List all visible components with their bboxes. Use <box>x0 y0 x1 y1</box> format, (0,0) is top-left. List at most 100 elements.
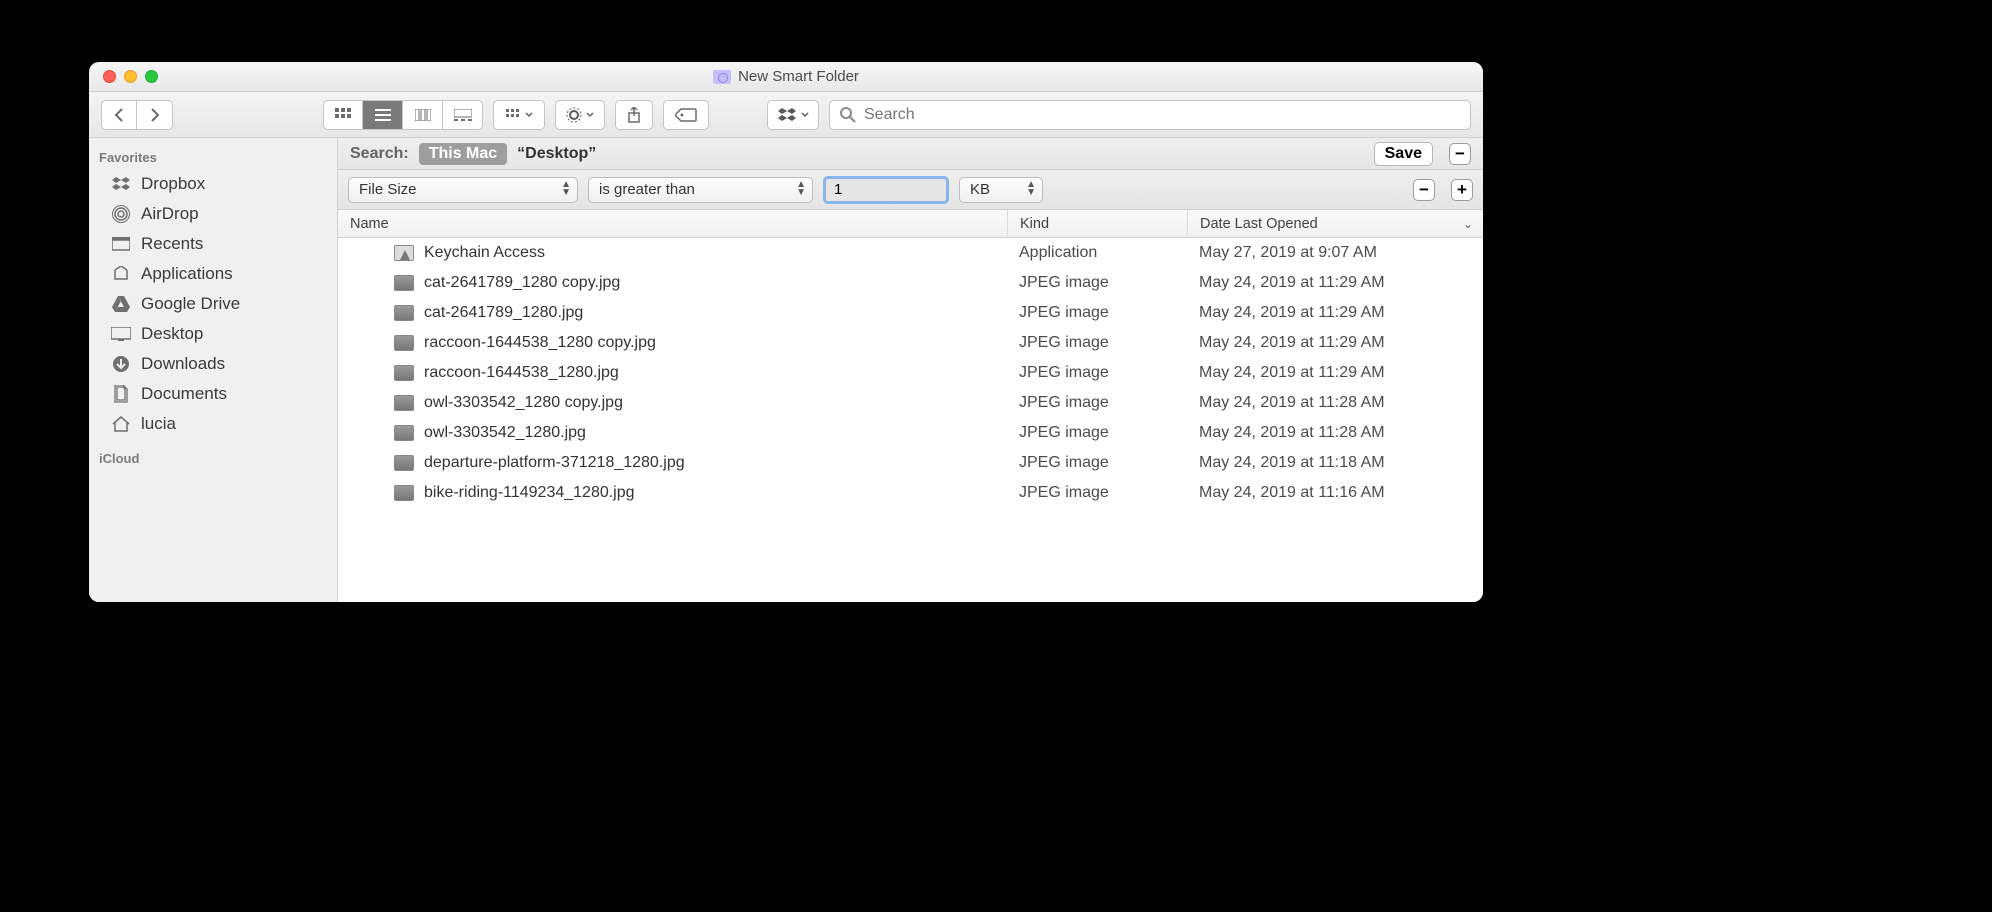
select-arrows-icon: ▲▼ <box>796 181 806 197</box>
table-row[interactable]: cat-2641789_1280.jpg JPEG image May 24, … <box>338 298 1483 328</box>
column-kind[interactable]: Kind <box>1007 210 1187 237</box>
sidebar-item-label: lucia <box>141 414 176 434</box>
sidebar-item-documents[interactable]: Documents <box>89 379 337 409</box>
action-button[interactable] <box>555 100 605 130</box>
table-row[interactable]: bike-riding-1149234_1280.jpg JPEG image … <box>338 478 1483 508</box>
grid-icon <box>335 108 351 122</box>
select-arrows-icon: ▲▼ <box>1026 181 1036 197</box>
forward-button[interactable] <box>137 100 173 130</box>
sidebar-item-home[interactable]: lucia <box>89 409 337 439</box>
back-button[interactable] <box>101 100 137 130</box>
tag-icon <box>675 108 697 122</box>
table-row[interactable]: cat-2641789_1280 copy.jpg JPEG image May… <box>338 268 1483 298</box>
search-input[interactable] <box>864 106 1460 124</box>
column-date[interactable]: Date Last Opened⌄ <box>1187 210 1483 237</box>
applications-icon <box>111 265 131 283</box>
table-row[interactable]: raccoon-1644538_1280.jpg JPEG image May … <box>338 358 1483 388</box>
column-headers: Name Kind Date Last Opened⌄ <box>338 210 1483 238</box>
remove-criteria-button[interactable]: − <box>1413 179 1435 201</box>
save-button[interactable]: Save <box>1374 142 1433 166</box>
finder-window: New Smart Folder <box>89 62 1483 602</box>
file-date: May 24, 2019 at 11:29 AM <box>1187 364 1483 382</box>
table-row[interactable]: owl-3303542_1280 copy.jpg JPEG image May… <box>338 388 1483 418</box>
scope-this-mac[interactable]: This Mac <box>419 143 507 165</box>
table-row[interactable]: Keychain Access Application May 27, 2019… <box>338 238 1483 268</box>
chevron-left-icon <box>114 108 124 122</box>
toolbar <box>89 92 1483 138</box>
search-field[interactable] <box>829 100 1471 130</box>
sidebar-item-dropbox[interactable]: Dropbox <box>89 169 337 199</box>
criteria-operator-select[interactable]: is greater than ▲▼ <box>588 177 813 203</box>
file-name: Keychain Access <box>424 244 545 262</box>
sort-caret-icon: ⌄ <box>1463 217 1473 231</box>
criteria-attribute-select[interactable]: File Size ▲▼ <box>348 177 578 203</box>
file-date: May 24, 2019 at 11:18 AM <box>1187 454 1483 472</box>
file-date: May 24, 2019 at 11:28 AM <box>1187 424 1483 442</box>
file-kind: Application <box>1007 244 1187 262</box>
criteria-unit-select[interactable]: KB ▲▼ <box>959 177 1043 203</box>
file-date: May 24, 2019 at 11:29 AM <box>1187 334 1483 352</box>
file-kind: JPEG image <box>1007 484 1187 502</box>
search-label: Search: <box>350 145 409 163</box>
sidebar-item-label: Downloads <box>141 354 225 374</box>
file-name: departure-platform-371218_1280.jpg <box>424 454 685 472</box>
tags-button[interactable] <box>663 100 709 130</box>
file-thumb-icon <box>394 455 414 471</box>
criteria-unit-value: KB <box>970 181 990 198</box>
sidebar-item-applications[interactable]: Applications <box>89 259 337 289</box>
downloads-icon <box>111 355 131 373</box>
chevron-down-icon <box>801 112 809 118</box>
minimize-window-button[interactable] <box>124 70 137 83</box>
file-date: May 24, 2019 at 11:16 AM <box>1187 484 1483 502</box>
file-thumb-icon <box>394 425 414 441</box>
sidebar-item-label: Google Drive <box>141 294 240 314</box>
dropbox-icon <box>778 108 796 122</box>
desktop-icon <box>111 325 131 343</box>
sidebar-item-label: Documents <box>141 384 227 404</box>
table-row[interactable]: owl-3303542_1280.jpg JPEG image May 24, … <box>338 418 1483 448</box>
view-mode-buttons <box>323 100 483 130</box>
file-name: bike-riding-1149234_1280.jpg <box>424 484 635 502</box>
zoom-window-button[interactable] <box>145 70 158 83</box>
file-date: May 24, 2019 at 11:29 AM <box>1187 304 1483 322</box>
window-title: New Smart Folder <box>738 68 859 85</box>
column-view-button[interactable] <box>403 100 443 130</box>
dropbox-icon <box>111 175 131 193</box>
table-row[interactable]: raccoon-1644538_1280 copy.jpg JPEG image… <box>338 328 1483 358</box>
dropbox-button[interactable] <box>767 100 819 130</box>
add-criteria-button[interactable]: + <box>1451 179 1473 201</box>
main-panel: Search: This Mac “Desktop” Save − File S… <box>338 138 1483 602</box>
icon-view-button[interactable] <box>323 100 363 130</box>
file-kind: JPEG image <box>1007 274 1187 292</box>
close-window-button[interactable] <box>103 70 116 83</box>
column-name[interactable]: Name <box>338 210 1007 237</box>
documents-icon <box>111 385 131 403</box>
recents-icon <box>111 235 131 253</box>
chevron-down-icon <box>586 112 594 118</box>
gallery-view-button[interactable] <box>443 100 483 130</box>
arrange-button[interactable] <box>493 100 545 130</box>
sidebar-item-recents[interactable]: Recents <box>89 229 337 259</box>
scope-desktop[interactable]: “Desktop” <box>517 145 596 163</box>
chevron-down-icon <box>525 112 533 118</box>
sidebar-item-airdrop[interactable]: AirDrop <box>89 199 337 229</box>
sidebar-item-downloads[interactable]: Downloads <box>89 349 337 379</box>
sidebar-item-google-drive[interactable]: Google Drive <box>89 289 337 319</box>
file-date: May 24, 2019 at 11:28 AM <box>1187 394 1483 412</box>
sidebar-item-label: Dropbox <box>141 174 205 194</box>
file-kind: JPEG image <box>1007 424 1187 442</box>
sidebar-item-desktop[interactable]: Desktop <box>89 319 337 349</box>
sidebar-item-label: Applications <box>141 264 233 284</box>
airdrop-icon <box>111 205 131 223</box>
file-kind: JPEG image <box>1007 334 1187 352</box>
share-button[interactable] <box>615 100 653 130</box>
file-name: cat-2641789_1280 copy.jpg <box>424 274 620 292</box>
remove-search-button[interactable]: − <box>1449 143 1471 165</box>
traffic-lights <box>103 70 158 83</box>
gear-icon <box>566 107 582 123</box>
file-name: cat-2641789_1280.jpg <box>424 304 583 322</box>
list-view-button[interactable] <box>363 100 403 130</box>
criteria-value-input[interactable] <box>823 176 949 204</box>
table-row[interactable]: departure-platform-371218_1280.jpg JPEG … <box>338 448 1483 478</box>
sidebar: Favorites Dropbox AirDrop Recents Applic… <box>89 138 338 602</box>
